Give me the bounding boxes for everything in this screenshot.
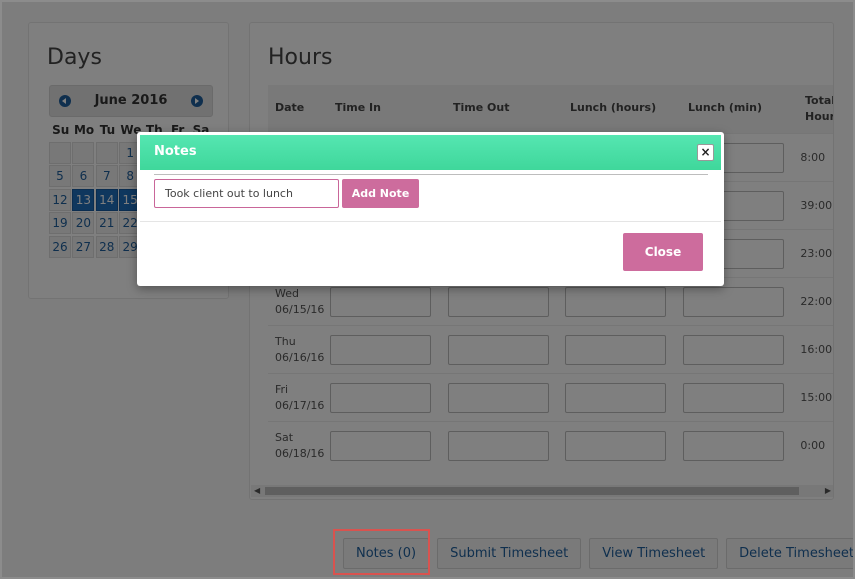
notes-modal: Notes × Took client out to lunch Add Not… [137,132,724,286]
notes-button-highlight [333,529,430,575]
add-note-button[interactable]: Add Note [342,179,419,208]
note-input[interactable]: Took client out to lunch [154,179,339,208]
modal-title: Notes [154,144,197,159]
divider [154,174,708,175]
modal-backdrop[interactable] [2,2,853,577]
modal-header: Notes × [140,135,721,170]
app-frame: Days June 2016 SuMoTuWeThFrSa 1234567891… [0,0,855,579]
close-icon[interactable]: × [697,144,714,161]
close-button[interactable]: Close [623,233,703,271]
divider [140,221,721,222]
